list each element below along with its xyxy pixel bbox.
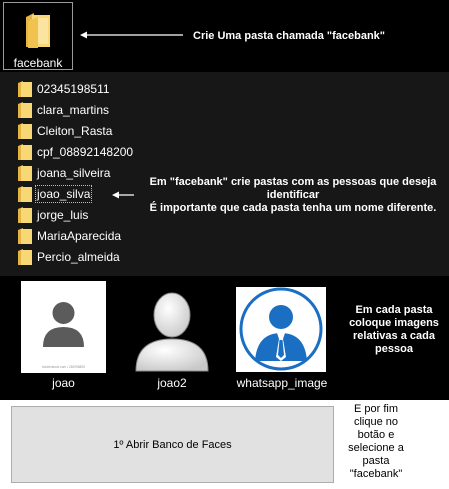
folder-label: joana_silveira <box>37 166 111 180</box>
folder-label: MariaAparecida <box>37 229 122 243</box>
folder-label: 02345198511 <box>37 82 110 96</box>
business-person-icon <box>236 287 326 372</box>
folder-icon <box>18 81 32 97</box>
final-instruction-line: pasta <box>362 455 390 467</box>
person-silhouette-icon: shutterstock.com • 282998825 <box>21 281 106 373</box>
list-item[interactable]: joana_silveira <box>18 164 110 182</box>
folders-instruction-line: É importante que cada pasta tenha um nom… <box>149 202 437 214</box>
folder-label: Cleiton_Rasta <box>37 124 113 138</box>
list-item[interactable]: joao_silva <box>18 185 93 203</box>
image-watermark: shutterstock.com • 282998825 <box>42 365 85 369</box>
facebank-folder-label: facebank <box>13 56 63 70</box>
list-item[interactable]: jorge_luis <box>18 206 88 224</box>
folder-label: jorge_luis <box>37 208 89 222</box>
list-item[interactable]: clara_martins <box>18 101 109 119</box>
final-instruction-line: selecione a <box>348 442 404 454</box>
images-instruction-line: relativas a cada <box>353 330 435 342</box>
folders-instruction-line: Em "facebank" crie pastas com as pessoas… <box>149 176 437 188</box>
final-instruction-line: E por fim <box>353 403 398 415</box>
image-file[interactable] <box>126 279 218 375</box>
folder-icon <box>18 123 32 139</box>
images-instruction: Em cada pasta coloque imagens relativas … <box>343 304 445 356</box>
folder-icon <box>18 165 32 181</box>
create-folder-section: facebank Crie Uma pasta chamada "faceban… <box>0 0 449 72</box>
image-file[interactable] <box>236 287 326 372</box>
folder-icon <box>18 249 32 265</box>
image-file-label: whatsapp_image <box>236 376 328 390</box>
folder-label: joao_silva <box>34 185 93 203</box>
folder-icon <box>18 207 32 223</box>
list-item[interactable]: cpf_08892148200 <box>18 143 133 161</box>
open-face-bank-button[interactable]: 1º Abrir Banco de Faces <box>11 406 334 483</box>
arrow-left-icon <box>80 31 183 39</box>
folder-icon <box>18 102 32 118</box>
images-section: shutterstock.com • 282998825 joao joao2 <box>0 276 449 400</box>
folders-instruction-line: identificar <box>266 189 320 201</box>
final-instruction: E por fim clique no botão e selecione a … <box>338 403 414 481</box>
list-item[interactable]: Percio_almeida <box>18 248 120 266</box>
folder-icon <box>26 13 50 48</box>
images-instruction-line: coloque imagens <box>349 317 439 329</box>
list-item[interactable]: Cleiton_Rasta <box>18 122 112 140</box>
final-instruction-line: "facebank" <box>349 468 403 480</box>
image-file[interactable]: shutterstock.com • 282998825 <box>21 281 106 373</box>
image-file-label: joao <box>52 376 75 390</box>
image-file-label: joao2 <box>157 376 187 390</box>
arrow-left-icon <box>112 191 134 199</box>
final-instruction-line: botão e <box>357 429 395 441</box>
folder-icon <box>18 144 32 160</box>
folder-label: clara_martins <box>37 103 110 117</box>
user-avatar-icon <box>126 279 218 375</box>
folder-label: cpf_08892148200 <box>37 145 134 159</box>
folder-icon <box>18 228 32 244</box>
create-folder-instruction: Crie Uma pasta chamada "facebank" <box>193 30 386 42</box>
open-facebank-section: 1º Abrir Banco de Faces E por fim clique… <box>0 400 449 489</box>
images-instruction-line: pessoa <box>375 343 413 355</box>
folder-label: Percio_almeida <box>37 250 120 264</box>
list-item[interactable]: MariaAparecida <box>18 227 121 245</box>
final-instruction-line: clique no <box>353 416 399 428</box>
images-instruction-line: Em cada pasta <box>355 304 433 316</box>
list-item[interactable]: 02345198511 <box>18 80 110 98</box>
facebank-folder[interactable]: facebank <box>3 2 73 70</box>
folder-icon <box>18 186 32 202</box>
person-folders-section: 02345198511 clara_martins Cleiton_Rasta … <box>0 72 449 276</box>
folders-instruction: Em "facebank" crie pastas com as pessoas… <box>140 176 446 215</box>
